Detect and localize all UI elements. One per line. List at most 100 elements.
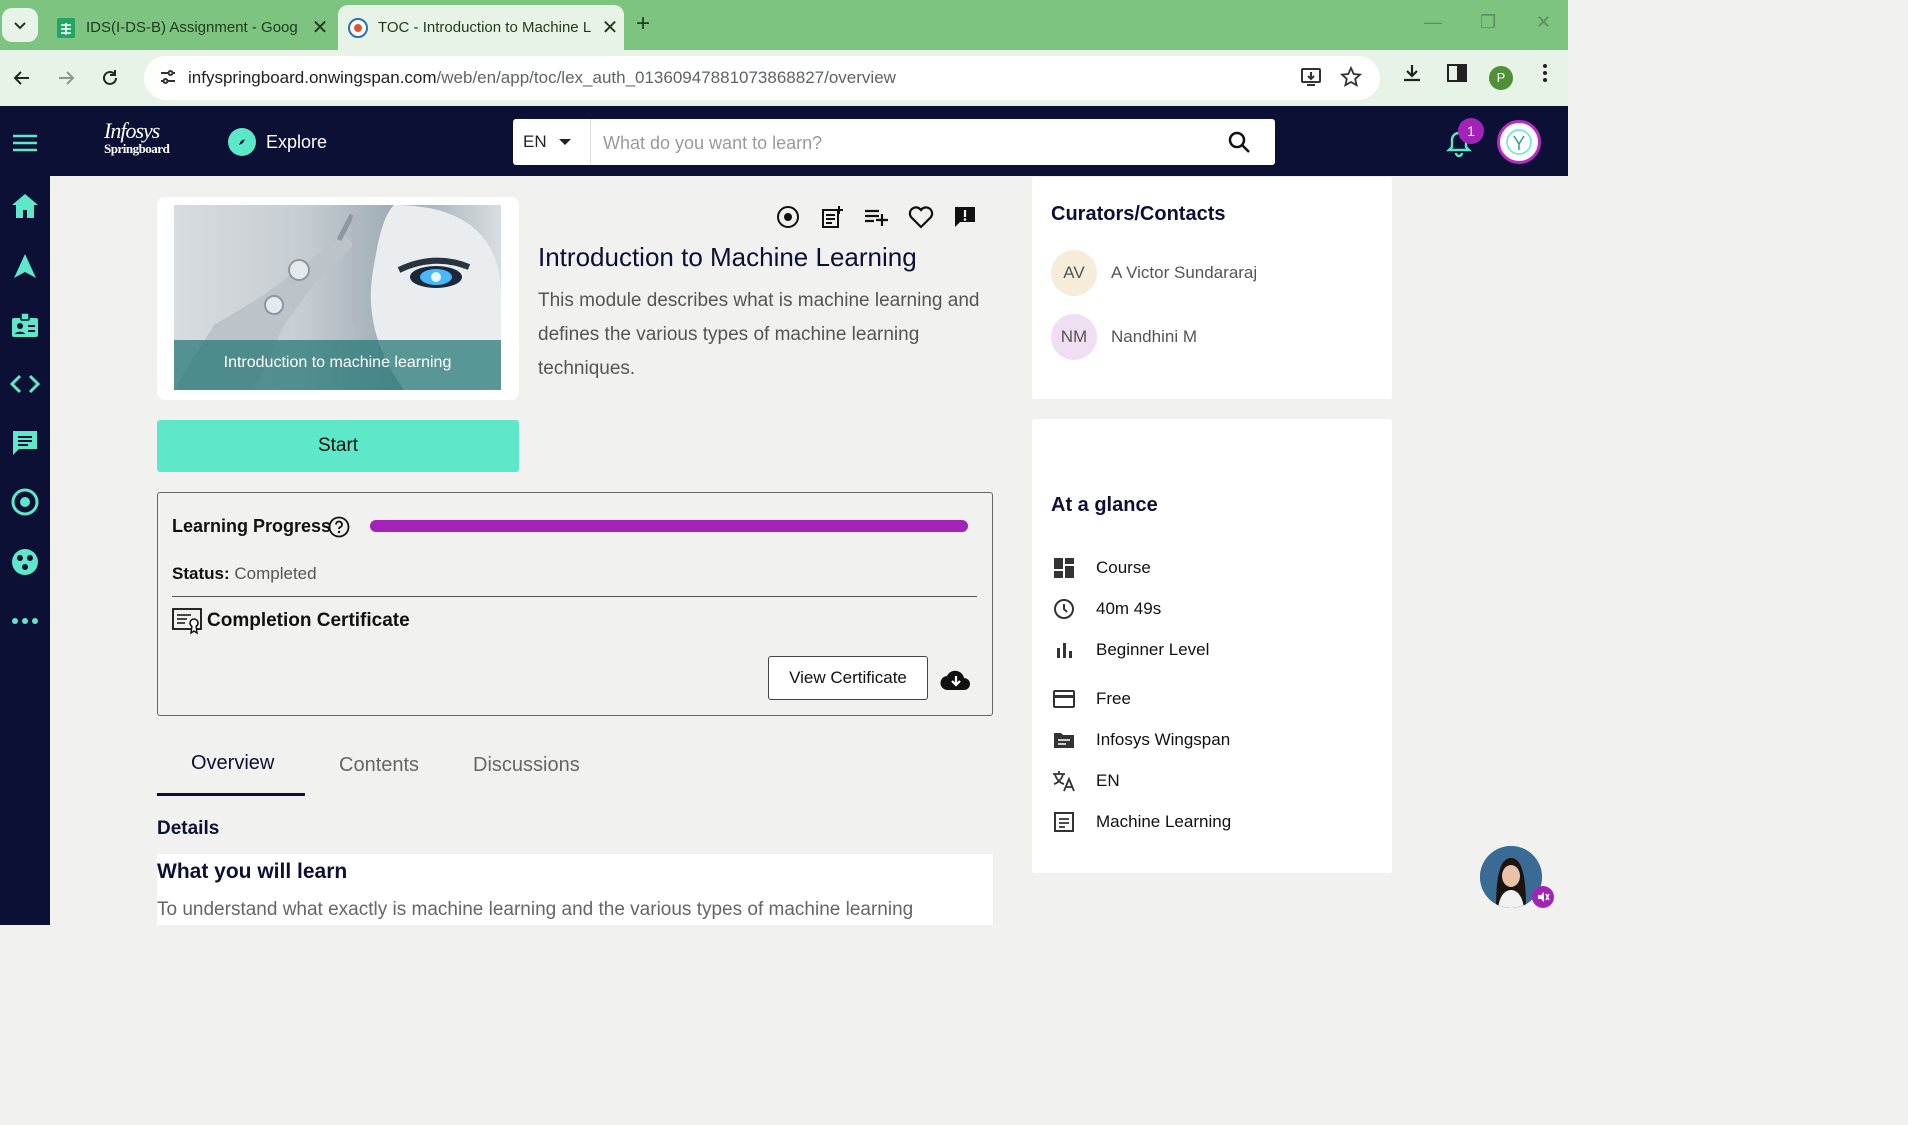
language-select[interactable]: EN bbox=[513, 119, 591, 165]
glance-text: Infosys Wingspan bbox=[1096, 730, 1231, 749]
contact-avatar: AV bbox=[1051, 250, 1097, 296]
completion-certificate-label: Completion Certificate bbox=[207, 610, 410, 631]
springboard-favicon-icon bbox=[348, 17, 368, 38]
forward-icon[interactable] bbox=[48, 60, 84, 96]
cloud-download-icon[interactable] bbox=[940, 668, 972, 697]
glance-item: Free bbox=[1051, 686, 1131, 712]
mute-icon[interactable] bbox=[1532, 886, 1554, 908]
address-bar-row: infyspringboard.onwingspan.com/web/en/ap… bbox=[0, 50, 1568, 106]
glance-text: EN bbox=[1096, 771, 1120, 790]
browser-profile-avatar[interactable]: P bbox=[1489, 66, 1513, 90]
minimize-icon[interactable]: — bbox=[1424, 12, 1442, 33]
browser-tab-sheets[interactable]: IDS(I-DS-B) Assignment - Goog ✕ bbox=[46, 5, 334, 50]
glance-item: Beginner Level bbox=[1051, 637, 1209, 663]
subject-icon bbox=[1051, 809, 1077, 835]
contact-avatar: NM bbox=[1051, 314, 1097, 360]
status-value: Completed bbox=[234, 564, 317, 583]
target-icon[interactable] bbox=[9, 486, 41, 518]
course-tabs: Overview Contents Discussions bbox=[157, 740, 993, 796]
user-avatar[interactable] bbox=[1497, 120, 1541, 164]
bookmark-star-icon[interactable] bbox=[1339, 65, 1363, 93]
target-icon[interactable] bbox=[774, 203, 802, 231]
add-note-icon[interactable] bbox=[818, 203, 846, 231]
close-tab-icon[interactable]: ✕ bbox=[596, 15, 624, 40]
new-tab-icon[interactable]: + bbox=[636, 10, 650, 38]
restore-icon[interactable]: ❐ bbox=[1480, 12, 1496, 33]
notification-badge: 1 bbox=[1458, 118, 1484, 144]
side-panel-icon[interactable] bbox=[1446, 62, 1468, 89]
downloads-icon[interactable] bbox=[1401, 62, 1423, 89]
search-icon[interactable] bbox=[1227, 130, 1251, 159]
credit-card-icon bbox=[1051, 686, 1077, 712]
tab-discussions[interactable]: Discussions bbox=[473, 754, 580, 777]
back-icon[interactable] bbox=[4, 60, 40, 96]
home-icon[interactable] bbox=[9, 190, 41, 222]
chat-icon[interactable] bbox=[9, 427, 41, 459]
url-text: infyspringboard.onwingspan.com/web/en/ap… bbox=[188, 68, 896, 87]
glance-text: 40m 49s bbox=[1096, 599, 1162, 618]
code-icon[interactable] bbox=[9, 368, 41, 400]
avatar-icon bbox=[1506, 129, 1532, 155]
caret-down-icon bbox=[558, 139, 571, 145]
tab-contents[interactable]: Contents bbox=[339, 754, 419, 777]
tab-title: IDS(I-DS-B) Assignment - Goog bbox=[86, 19, 298, 36]
help-icon[interactable] bbox=[328, 516, 350, 543]
more-horizontal-icon[interactable] bbox=[9, 605, 41, 637]
close-window-icon[interactable]: ✕ bbox=[1536, 12, 1551, 33]
close-tab-icon[interactable]: ✕ bbox=[306, 15, 334, 40]
hamburger-menu-icon[interactable] bbox=[10, 132, 40, 159]
community-icon[interactable] bbox=[9, 546, 41, 578]
install-app-icon[interactable] bbox=[1300, 66, 1322, 93]
view-certificate-button[interactable]: View Certificate bbox=[768, 656, 928, 700]
explore-link[interactable]: Explore bbox=[228, 128, 327, 156]
glance-text: Beginner Level bbox=[1096, 640, 1210, 659]
chevron-down-icon bbox=[14, 22, 26, 30]
explore-label: Explore bbox=[266, 131, 328, 152]
browser-tab-active[interactable]: TOC - Introduction to Machine L ✕ bbox=[338, 5, 624, 50]
app-header: Infosys Springboard Explore EN bbox=[0, 106, 1568, 176]
infosys-springboard-logo[interactable]: Infosys Springboard bbox=[104, 120, 170, 158]
bar-chart-icon bbox=[1051, 637, 1077, 663]
what-you-will-learn-title: What you will learn bbox=[157, 860, 348, 883]
glance-item: Machine Learning bbox=[1051, 809, 1231, 835]
translate-icon bbox=[1051, 768, 1077, 794]
glance-text: Machine Learning bbox=[1096, 812, 1232, 831]
left-nav-rail bbox=[0, 176, 50, 925]
id-badge-icon[interactable] bbox=[9, 309, 41, 341]
status-text: Status: Completed bbox=[172, 564, 317, 583]
search-input[interactable] bbox=[601, 127, 1205, 159]
active-tab-indicator bbox=[157, 793, 305, 796]
clock-icon bbox=[1051, 596, 1077, 622]
glance-item: 40m 49s bbox=[1051, 596, 1161, 622]
kebab-menu-icon[interactable] bbox=[1538, 62, 1552, 89]
contact-item[interactable]: AV A Victor Sundararaj bbox=[1051, 250, 1257, 296]
start-button[interactable]: Start bbox=[157, 420, 519, 472]
contact-name: A Victor Sundararaj bbox=[1111, 263, 1258, 282]
contact-name: Nandhini M bbox=[1111, 327, 1197, 346]
course-description: This module describes what is machine le… bbox=[538, 290, 980, 379]
glance-item: EN bbox=[1051, 768, 1120, 794]
playlist-add-icon[interactable] bbox=[862, 203, 890, 231]
google-sheets-icon bbox=[56, 17, 76, 38]
at-a-glance-heading: At a glance bbox=[1051, 494, 1158, 516]
url-bar[interactable]: infyspringboard.onwingspan.com/web/en/ap… bbox=[144, 56, 1380, 100]
thumbnail-caption: Introduction to machine learning bbox=[174, 340, 501, 390]
certificate-icon bbox=[172, 607, 202, 640]
progress-bar-fill bbox=[370, 520, 968, 532]
search-bar: EN bbox=[513, 119, 1275, 165]
language-value: EN bbox=[523, 132, 547, 151]
navigation-arrow-icon[interactable] bbox=[9, 250, 41, 282]
curators-heading: Curators/Contacts bbox=[1051, 203, 1226, 225]
reload-icon[interactable] bbox=[92, 60, 128, 96]
course-thumbnail: Introduction to machine learning bbox=[174, 205, 501, 390]
tab-overview[interactable]: Overview bbox=[191, 752, 274, 775]
compass-icon bbox=[228, 128, 256, 156]
feedback-icon[interactable] bbox=[951, 203, 979, 231]
favorite-heart-icon[interactable] bbox=[907, 203, 935, 231]
contact-item[interactable]: NM Nandhini M bbox=[1051, 314, 1197, 360]
tab-search-button[interactable] bbox=[2, 8, 38, 42]
folder-icon bbox=[1051, 727, 1077, 753]
glance-item: Infosys Wingspan bbox=[1051, 727, 1230, 753]
site-info-icon[interactable] bbox=[158, 67, 178, 92]
details-heading: Details bbox=[157, 818, 220, 839]
